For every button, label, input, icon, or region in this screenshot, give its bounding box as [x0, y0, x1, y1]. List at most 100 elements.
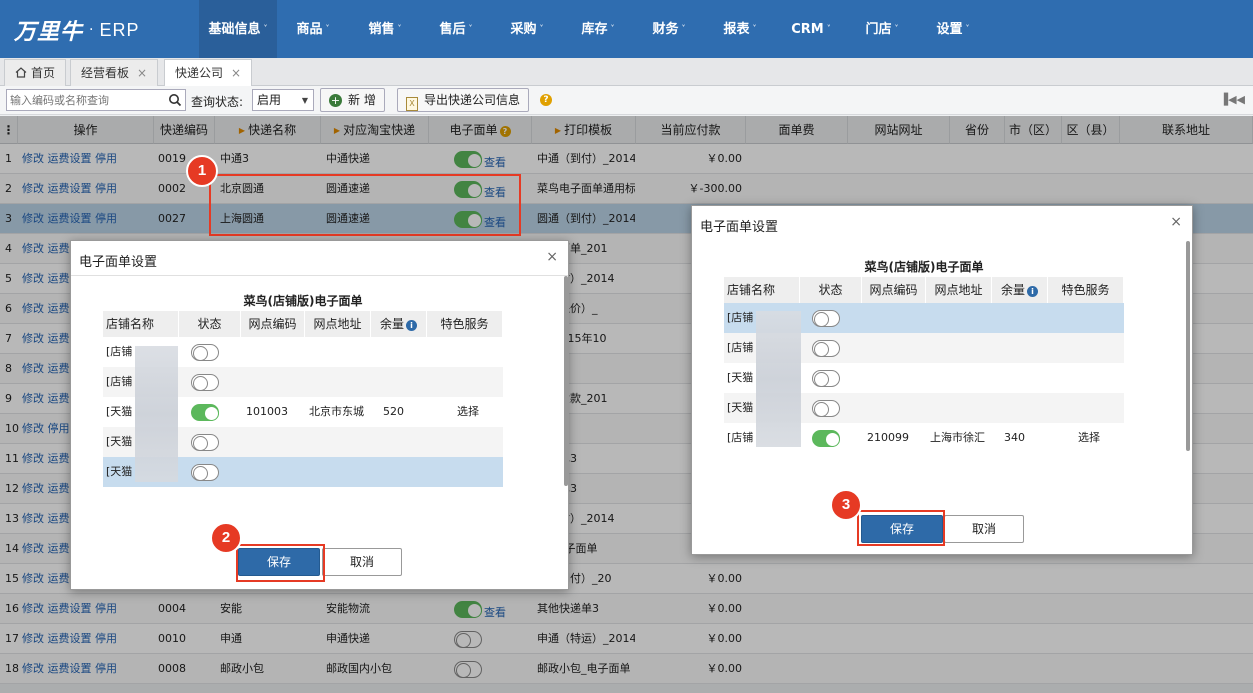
dialog-column-header-label: 网点地址 [934, 283, 983, 297]
shop-status-toggle[interactable] [191, 403, 219, 421]
nav-item[interactable]: 基础信息 ˅ [199, 0, 277, 58]
nav-item[interactable]: 报表 ˅ [705, 0, 775, 58]
shop-status [812, 423, 840, 453]
shop-status-toggle[interactable] [191, 433, 219, 451]
shop-status [191, 397, 219, 427]
dialog-column-header-label: 状态 [197, 317, 222, 331]
tab-dashboard[interactable]: 经营看板 × [70, 59, 159, 86]
nav-item[interactable]: CRM ˅ [775, 0, 847, 58]
nav-item[interactable]: 库存 ˅ [563, 0, 633, 58]
tab-express-label: 快递公司 [175, 66, 224, 80]
shop-status [812, 303, 840, 333]
tab-close-icon[interactable]: × [231, 66, 241, 80]
export-button-label: 导出快递公司信息 [424, 93, 521, 107]
dialog-column-header-label: 网点编码 [248, 317, 297, 331]
logo[interactable]: 万里牛 · ERP [14, 14, 139, 46]
close-icon[interactable]: × [1170, 214, 1182, 230]
shop-name: [店铺 [727, 431, 754, 444]
branch-address: 北京市东城 [309, 405, 364, 418]
chevron-down-icon: ▼ [301, 96, 308, 105]
shop-name: [天猫 [106, 405, 133, 418]
search-input[interactable] [7, 90, 167, 110]
chevron-down-icon: ˅ [681, 24, 686, 33]
esheet-settings-dialog-right: 电子面单设置 × 菜鸟(店铺版)电子面单 店铺名称 状态 网点编码 网点地址 余量 i 特色… [691, 205, 1193, 555]
dialog-column-header-label: 网点地址 [313, 317, 362, 331]
search-icon[interactable] [168, 93, 182, 107]
nav-item[interactable]: 门店 ˅ [847, 0, 917, 58]
logo-suffix: ERP [99, 19, 140, 40]
nav-item-label: 门店 [865, 22, 892, 37]
esheet-settings-dialog-left: 电子面单设置 × 菜鸟(店铺版)电子面单 店铺名称 状态 网点编码 网点地址 余量 i 特色… [70, 240, 569, 590]
shop-status-toggle[interactable] [191, 343, 219, 361]
dialog-column-header: 特色服务 [1048, 277, 1124, 303]
chevron-down-icon: ˅ [539, 24, 544, 33]
shop-status [191, 427, 219, 457]
nav-item[interactable]: 采购 ˅ [491, 0, 563, 58]
branch-code: 101003 [246, 405, 288, 418]
tab-express-company[interactable]: 快递公司 × [164, 59, 253, 87]
shop-status-toggle[interactable] [812, 399, 840, 417]
highlight-box-1 [209, 174, 521, 236]
toolbar: 查询状态: 启用 ▼ + 新 增 X 导出快递公司信息 ? ▐◀◀ [0, 86, 1253, 115]
dialog-column-header-label: 特色服务 [440, 317, 489, 331]
home-icon [15, 67, 27, 78]
dialog-scrollbar[interactable] [564, 276, 568, 486]
logo-dot: · [89, 22, 94, 38]
dialog-scrollbar[interactable] [1186, 241, 1190, 451]
shop-name: [店铺 [727, 341, 754, 354]
chevron-down-icon: ˅ [610, 24, 615, 33]
info-icon[interactable]: i [1027, 286, 1038, 297]
cancel-button[interactable]: 取消 [944, 515, 1024, 543]
annotation-badge-3: 3 [830, 489, 862, 521]
top-nav: 万里牛 · ERP 基础信息 ˅ 商品 ˅ 销售 ˅ 售后 ˅ 采购 ˅ 库存 ˅ 财务 ˅ 报表 ˅ CRM ˅… [0, 0, 1253, 58]
search-box [6, 89, 186, 111]
close-icon[interactable]: × [546, 249, 558, 265]
nav-item-label: 采购 [510, 22, 537, 37]
collapse-icon[interactable]: ▐◀◀ [1220, 93, 1245, 106]
dialog-title: 电子面单设置 [700, 220, 779, 235]
shop-status-toggle[interactable] [191, 373, 219, 391]
nav-item[interactable]: 设置 ˅ [917, 0, 989, 58]
nav-item-label: 设置 [936, 22, 963, 37]
dialog-column-header-label: 状态 [818, 283, 843, 297]
cancel-button[interactable]: 取消 [322, 548, 402, 576]
shop-status-toggle[interactable] [191, 463, 219, 481]
dialog-column-header: 店铺名称 [724, 277, 800, 303]
remaining-qty: 340 [1004, 431, 1025, 444]
dialog-column-header-label: 店铺名称 [106, 317, 155, 331]
dialog-title: 电子面单设置 [79, 255, 158, 270]
select-service-link[interactable]: 选择 [457, 397, 479, 427]
dialog-column-header: 网点编码 [241, 311, 305, 337]
select-service-link[interactable]: 选择 [1078, 423, 1100, 453]
export-button[interactable]: X 导出快递公司信息 [397, 88, 530, 112]
dialog-divider [71, 275, 568, 276]
shop-status-toggle[interactable] [812, 369, 840, 387]
redacted-shop-names [756, 311, 801, 447]
shop-status-toggle[interactable] [812, 309, 840, 327]
chevron-down-icon: ˅ [397, 24, 402, 33]
branch-address: 上海市徐汇 [930, 431, 985, 444]
nav-item[interactable]: 售后 ˅ [421, 0, 491, 58]
nav-item-label: 商品 [296, 22, 323, 37]
nav-item[interactable]: 销售 ˅ [349, 0, 421, 58]
shop-status [812, 333, 840, 363]
annotation-badge-2: 2 [210, 522, 242, 554]
highlight-box-3 [857, 510, 945, 546]
nav-item[interactable]: 商品 ˅ [277, 0, 349, 58]
help-icon[interactable]: ? [540, 94, 552, 106]
shop-name: [天猫 [727, 371, 754, 384]
shop-status-toggle[interactable] [812, 429, 840, 447]
add-button[interactable]: + 新 增 [320, 88, 385, 112]
dialog-subtitle: 菜鸟(店铺版)电子面单 [243, 294, 363, 308]
dialog-column-header: 余量 i [371, 311, 427, 337]
status-select[interactable]: 启用 ▼ [252, 89, 314, 111]
chevron-down-icon: ˅ [894, 24, 899, 33]
nav-item[interactable]: 财务 ˅ [633, 0, 705, 58]
info-icon[interactable]: i [406, 320, 417, 331]
tab-close-icon[interactable]: × [137, 66, 147, 80]
chevron-down-icon: ˅ [826, 24, 831, 33]
shop-status [191, 337, 219, 367]
dialog-column-header-label: 网点编码 [869, 283, 918, 297]
shop-status-toggle[interactable] [812, 339, 840, 357]
tab-home[interactable]: 首页 [4, 59, 67, 86]
